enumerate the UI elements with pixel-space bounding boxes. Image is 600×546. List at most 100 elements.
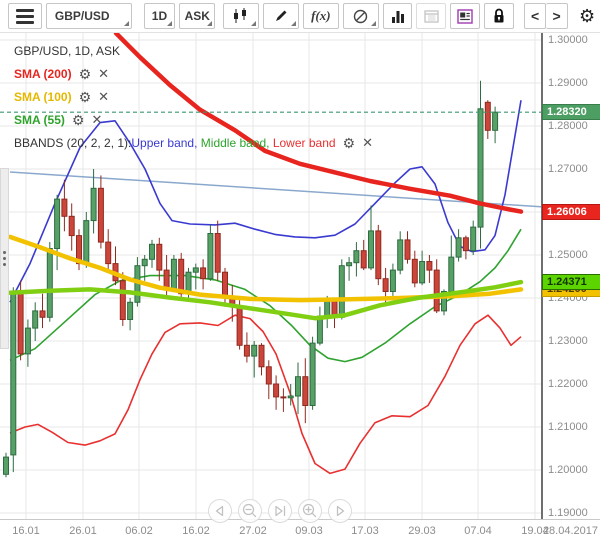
candle (346, 257, 353, 281)
candle (316, 306, 323, 346)
candle (331, 298, 338, 329)
pan-left-icon (215, 505, 224, 517)
candle (200, 259, 207, 290)
sma100-settings-icon[interactable]: ⚙ (79, 90, 92, 104)
slash-circle-icon (353, 9, 368, 23)
pan-right-button[interactable] (328, 499, 352, 523)
pencil-icon (275, 10, 287, 21)
price-axis-label: 1.27000 (548, 163, 588, 175)
price-axis-label: 1.28000 (548, 120, 588, 132)
time-axis[interactable]: 28.04.2017 16.01 26.01 06.02 16.02 27.02 09.0… (0, 519, 600, 546)
scroll-left-button[interactable]: < (524, 3, 547, 29)
legend-bbands-parts: Upper band, Middle band, Lower band (131, 136, 335, 150)
candle (32, 302, 39, 341)
time-axis-label: 06.02 (125, 525, 153, 537)
candle (97, 175, 104, 249)
calendar-icon (424, 10, 439, 23)
candle (54, 194, 61, 271)
gear-icon: ⚙ (578, 5, 596, 26)
time-axis-label: 17.03 (351, 525, 379, 537)
legend-bbands-prefix: BBANDS (20, 2, 2, 1): (14, 135, 132, 150)
zoom-out-button[interactable] (238, 499, 262, 523)
bb-lower-line (9, 314, 522, 475)
candle (207, 224, 214, 281)
bbands-remove-icon[interactable]: ✕ (362, 136, 373, 149)
pan-left-button[interactable] (208, 499, 232, 523)
news-button[interactable] (450, 3, 481, 29)
candle (265, 360, 272, 400)
chart-type-button[interactable] (223, 3, 260, 29)
candle (170, 255, 177, 292)
price-axis-label: 1.20000 (548, 464, 588, 476)
menu-button[interactable] (8, 3, 42, 29)
fx-icon: f(x) (311, 8, 331, 23)
legend-row-sma200: SMA (200) ⚙ ✕ (14, 62, 373, 85)
candle (149, 239, 155, 268)
candle (448, 235, 455, 294)
candle (3, 452, 9, 478)
left-splitter-handle[interactable] (0, 168, 9, 349)
candle (112, 246, 119, 286)
candle (90, 169, 97, 234)
period-select[interactable]: 1D (143, 3, 176, 29)
chevron-right-icon: > (552, 8, 561, 24)
candle (484, 100, 491, 139)
lock-button[interactable] (484, 3, 515, 29)
sma55-remove-icon[interactable]: ✕ (91, 113, 102, 126)
legend-bband-part: Lower band (272, 135, 336, 150)
candle (214, 220, 221, 281)
symbol-label: GBP/USD (54, 9, 110, 23)
candle (462, 235, 469, 260)
hamburger-icon (15, 8, 34, 24)
candle (39, 293, 46, 329)
trend-line[interactable] (9, 171, 541, 208)
symbol-select[interactable]: GBP/USD (45, 3, 132, 29)
price-axis-label: 1.29000 (548, 77, 588, 89)
sma55-settings-icon[interactable]: ⚙ (72, 113, 85, 127)
candle (156, 237, 163, 281)
indicators-button[interactable]: f(x) (302, 3, 339, 29)
settings-button[interactable]: ⚙ (574, 3, 600, 29)
calendar-button (416, 3, 447, 29)
zoom-in-button[interactable] (298, 499, 322, 523)
candle (280, 388, 287, 412)
candle (302, 358, 309, 424)
candle (243, 332, 250, 363)
candle (389, 263, 396, 296)
axis-corner-date: 28.04.2017 (542, 525, 598, 537)
chart-title: GBP/USD, 1D, ASK (14, 43, 121, 58)
price-axis[interactable]: 1.30000 1.29000 1.28000 1.27000 1.25000 1.240… (541, 33, 600, 519)
drawing-tools-button[interactable] (263, 3, 299, 29)
legend-row-bbands: BBANDS (20, 2, 2, 1): Upper band, Middle… (14, 131, 373, 154)
time-axis-label: 27.02 (239, 525, 267, 537)
candle (127, 298, 134, 331)
legend-bband-part: Middle band, (200, 135, 273, 150)
go-to-latest-icon (275, 505, 286, 517)
volume-button[interactable] (382, 3, 413, 29)
history-nav-group: < > (524, 3, 569, 29)
bbands-settings-icon[interactable]: ⚙ (343, 136, 356, 150)
sma100-remove-icon[interactable]: ✕ (98, 90, 109, 103)
sma200-settings-icon[interactable]: ⚙ (79, 67, 92, 81)
hide-drawings-button[interactable] (342, 3, 379, 29)
price-axis-label: 1.22000 (548, 378, 588, 390)
candle (397, 231, 404, 275)
candle (10, 287, 17, 473)
time-axis-label: 19.04 (521, 525, 549, 537)
drag-grip-icon (3, 251, 6, 266)
chart-area[interactable]: GBP/USD, 1D, ASK SMA (200) ⚙ ✕ SMA (100)… (0, 33, 600, 546)
candle (433, 259, 440, 314)
candle (258, 343, 265, 376)
time-axis-label: 07.04 (464, 525, 492, 537)
volume-bars-icon (391, 10, 404, 23)
pan-right-icon (336, 505, 345, 517)
go-to-latest-button[interactable] (268, 499, 292, 523)
candle (419, 250, 426, 286)
sma200-remove-icon[interactable]: ✕ (98, 67, 109, 80)
price-side-select[interactable]: ASK (179, 3, 216, 29)
period-label: 1D (151, 9, 168, 23)
scroll-right-button[interactable]: > (546, 3, 569, 29)
news-icon (457, 8, 473, 24)
chart-title-row: GBP/USD, 1D, ASK (14, 39, 373, 62)
price-side-label: ASK (184, 9, 210, 23)
